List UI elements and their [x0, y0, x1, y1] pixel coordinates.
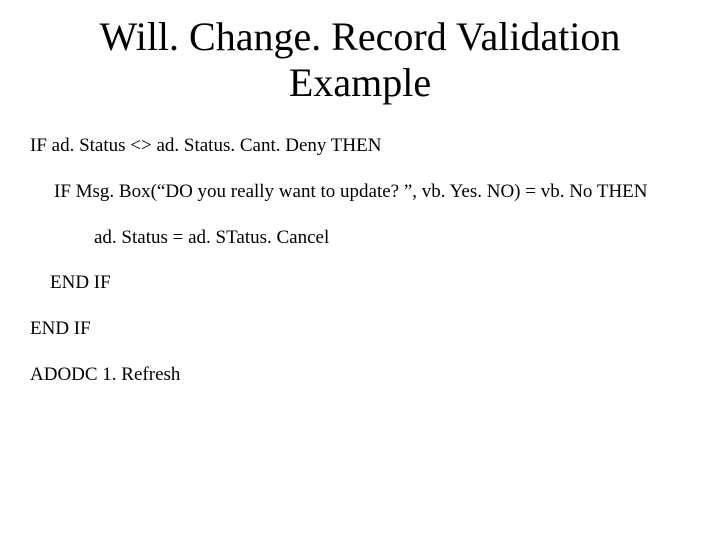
- code-line: ad. Status = ad. STatus. Cancel: [94, 226, 690, 250]
- slide-title: Will. Change. Record Validation Example: [0, 14, 720, 106]
- slide-body: IF ad. Status <> ad. Status. Cant. Deny …: [0, 134, 720, 387]
- code-line: ADODC 1. Refresh: [30, 363, 690, 387]
- code-line: END IF: [50, 271, 690, 295]
- code-line: END IF: [30, 317, 690, 341]
- code-line: IF Msg. Box(“DO you really want to updat…: [54, 180, 690, 204]
- slide: Will. Change. Record Validation Example …: [0, 14, 720, 540]
- code-line: IF ad. Status <> ad. Status. Cant. Deny …: [30, 134, 690, 158]
